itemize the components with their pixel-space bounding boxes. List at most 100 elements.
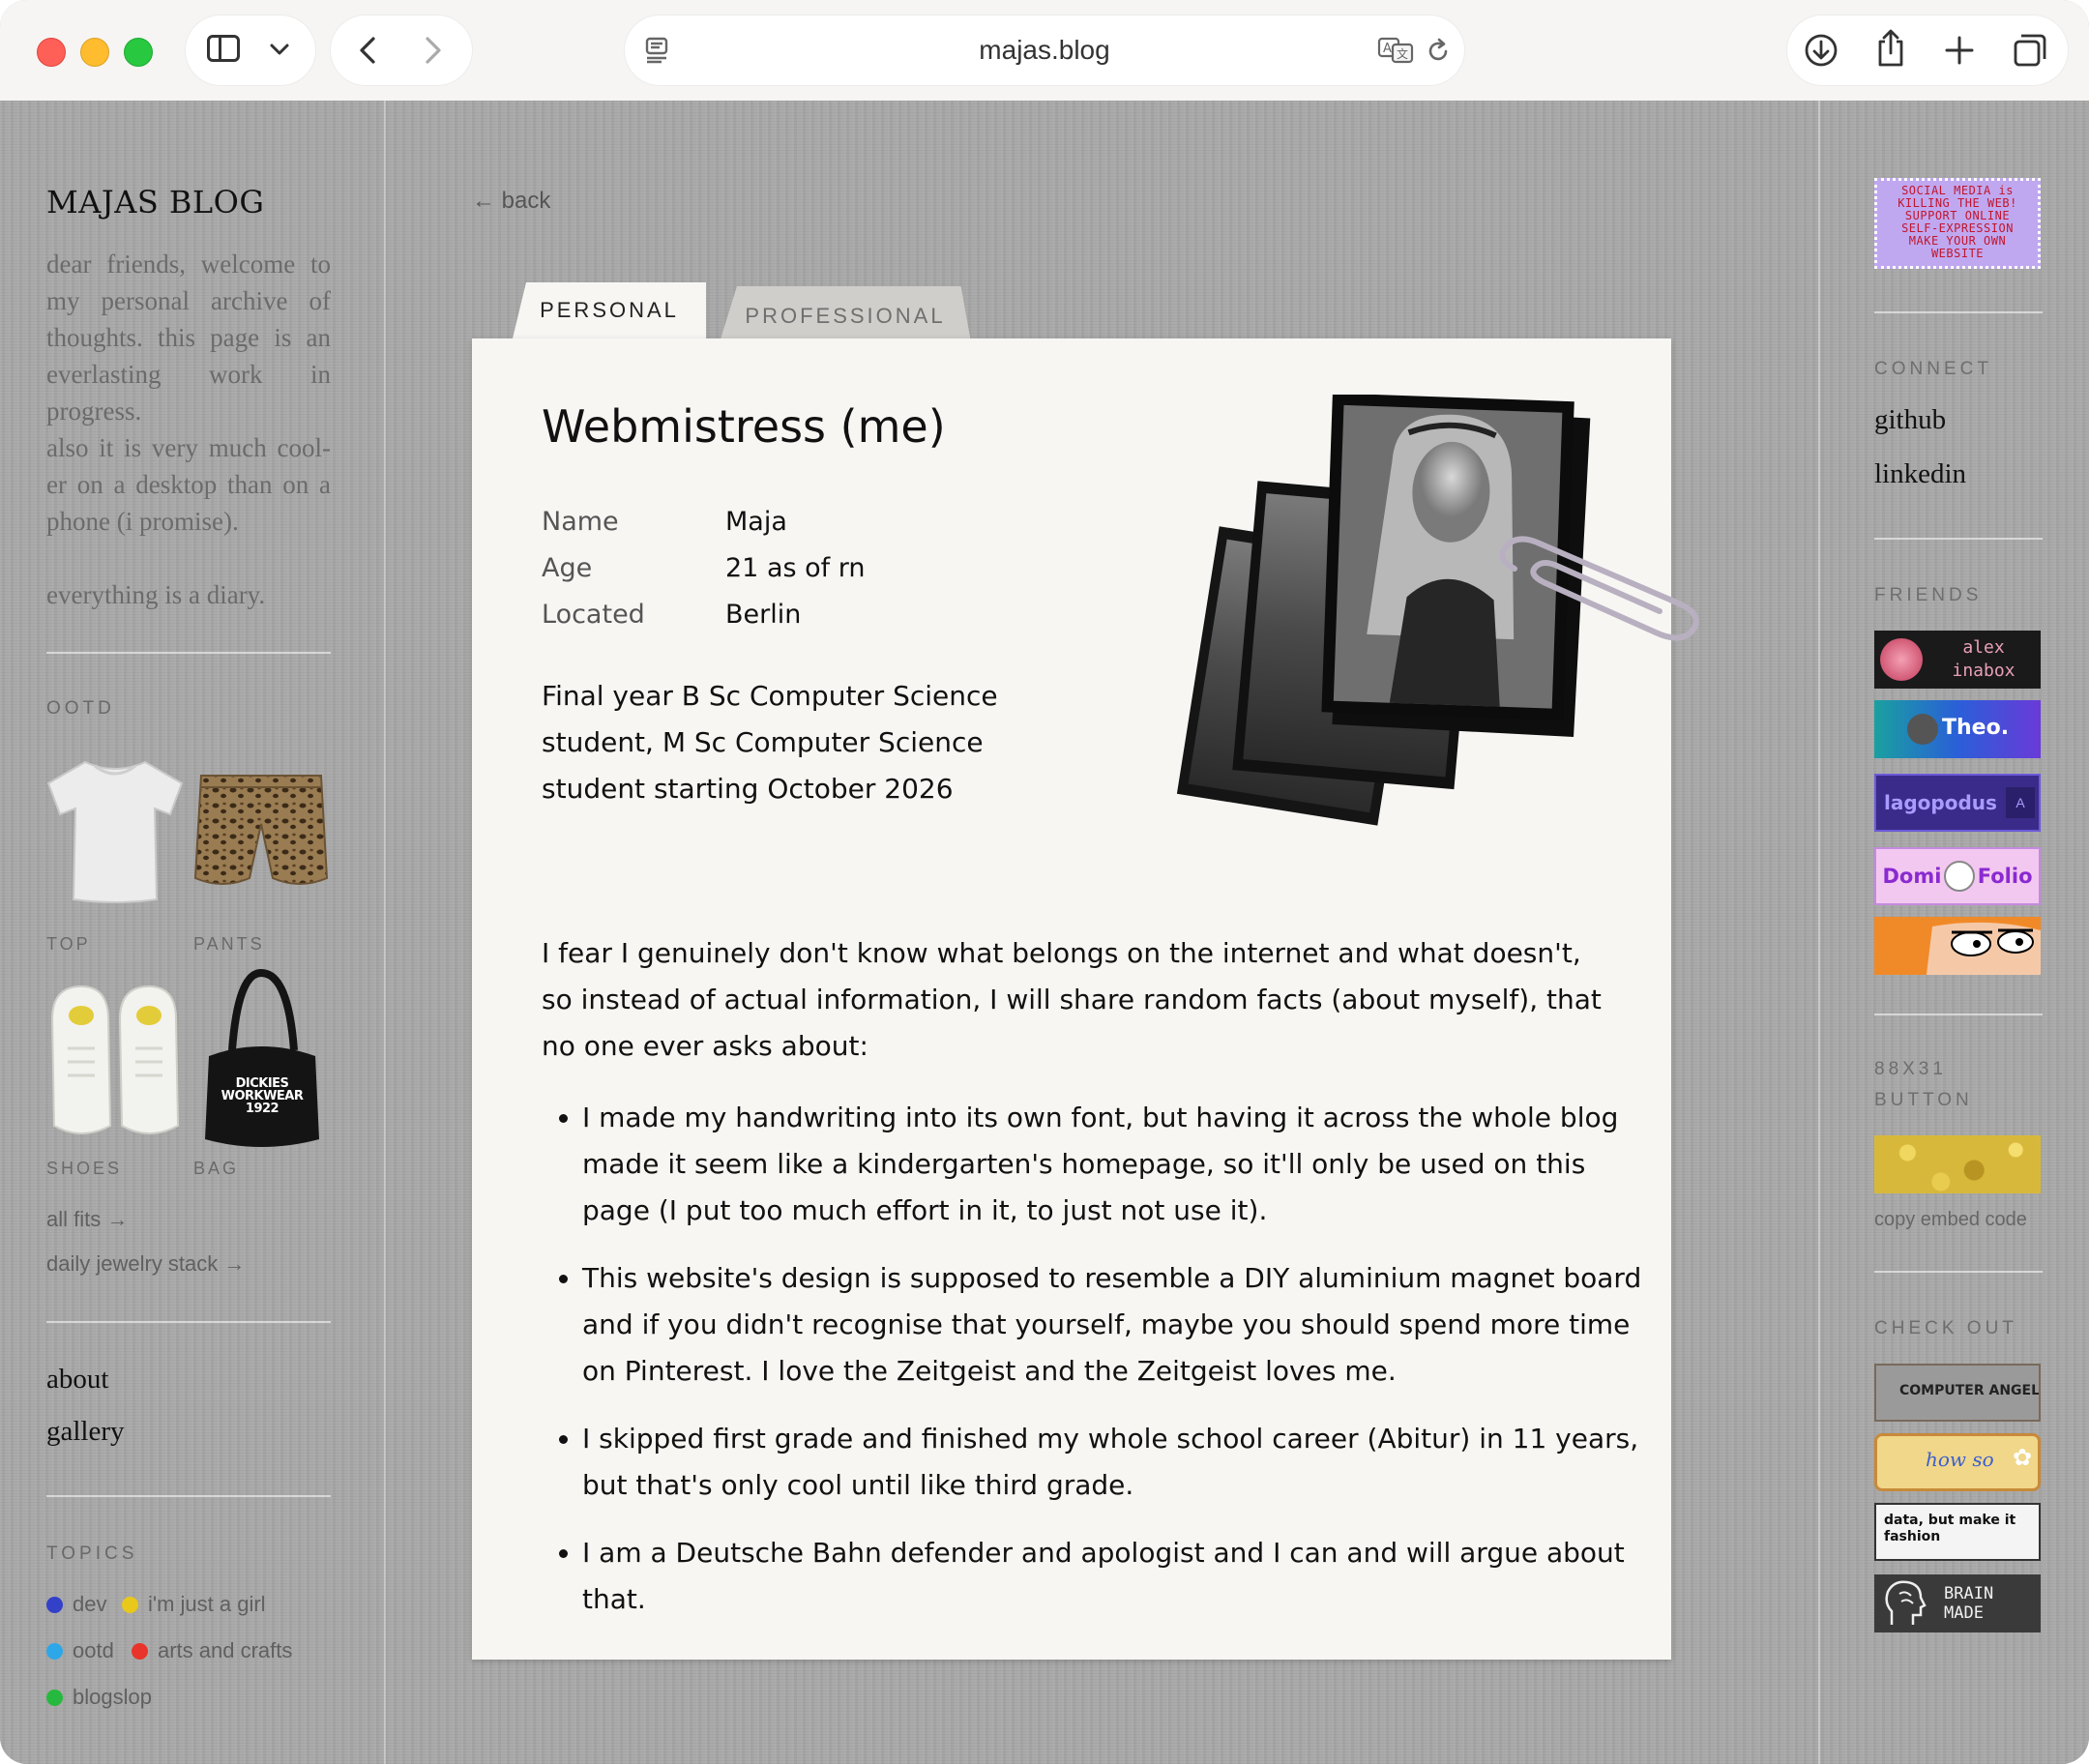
facts-list: I made my handwriting into its own font,… (542, 1095, 1656, 1644)
back-arrow-icon[interactable] (352, 33, 385, 73)
address-bar[interactable]: majas.blog A文 (625, 15, 1464, 85)
topic-dot (46, 1597, 63, 1613)
field-key: Age (542, 553, 593, 583)
friend-badge-cartoon[interactable] (1874, 917, 2041, 975)
translate-icon[interactable]: A文 (1377, 35, 1416, 71)
page-background: MAJAS BLOG dear friends, welcome to my p… (0, 101, 2089, 1764)
topic-dot (122, 1597, 138, 1613)
a-icon: A (2006, 787, 2035, 818)
topic-label: ootd (73, 1638, 114, 1662)
fact-item: I skipped first grade and finished my wh… (582, 1416, 1656, 1509)
check-badge-label: how so (1926, 1448, 1994, 1471)
topic-blogslop[interactable]: blogslop (46, 1685, 152, 1710)
svg-text:A: A (1383, 42, 1392, 56)
field-value: 21 as of rn (725, 553, 866, 583)
bag-caption: BAG (193, 1159, 240, 1178)
button-label: 88X31 BUTTON (1874, 1059, 1973, 1110)
check-badge-label: COMPUTER ANGEL (1899, 1383, 2041, 1398)
facts-intro: I fear I genuinely don't know what belon… (542, 937, 1602, 1062)
check-badge-data-fashion[interactable]: data, but make it fashion (1874, 1503, 2041, 1561)
check-badge-computer-angel[interactable]: COMPUTER ANGEL (1874, 1364, 2041, 1422)
svg-text:文: 文 (1397, 46, 1408, 61)
friend-badge-label: Theo. (1942, 716, 2010, 740)
browser-window: majas.blog A文 MAJAS BLOG dear friends, w… (0, 0, 2089, 1764)
nav-about[interactable]: about (46, 1364, 108, 1396)
cartoon-face-icon (1874, 917, 2041, 975)
social-media-stamp[interactable]: SOCIAL MEDIA is KILLING THE WEB! SUPPORT… (1874, 178, 2041, 269)
close-window-button[interactable] (37, 38, 66, 67)
check-badge-brain-made[interactable]: BRAIN MADE (1874, 1574, 2041, 1632)
all-fits-link[interactable]: all fits → (46, 1207, 128, 1232)
url-text: majas.blog (979, 35, 1110, 65)
new-tab-icon[interactable] (1942, 33, 1977, 73)
topic-dot (132, 1643, 148, 1660)
rose-icon (1880, 638, 1923, 681)
topic-dot (46, 1643, 63, 1660)
bow-icon: ✿ (2013, 1445, 2033, 1471)
topic-ootd[interactable]: ootd (46, 1638, 114, 1663)
profile-card: Webmistress (me) Name Maja Age 21 as of … (472, 338, 1699, 1660)
copy-embed-code-link[interactable]: copy embed code (1874, 1209, 2027, 1231)
intro-text: dear friends, welcome to my personal arc… (46, 246, 331, 650)
topic-arts-and-crafts[interactable]: arts and crafts (132, 1638, 292, 1663)
chevron-down-icon[interactable] (265, 35, 294, 64)
minimize-window-button[interactable] (80, 38, 109, 67)
avatar (1907, 714, 1938, 745)
download-icon[interactable] (1803, 32, 1839, 74)
88x31-button-image[interactable] (1874, 1135, 2041, 1193)
study-text: Final year B Sc Computer Science student… (542, 680, 998, 805)
topic-just-a-girl[interactable]: i'm just a girl (122, 1592, 266, 1617)
cat-icon (1944, 861, 1975, 892)
zoom-window-button[interactable] (124, 38, 153, 67)
field-key: Located (542, 600, 645, 630)
linkedin-link[interactable]: linkedin (1874, 458, 1966, 490)
friend-badge-domi-folio[interactable]: Domi Folio (1874, 847, 2041, 905)
friend-badge-alex-inabox[interactable]: alex inabox (1874, 631, 2041, 689)
stamp-text: SOCIAL MEDIA is KILLING THE WEB! SUPPORT… (1898, 184, 2017, 260)
top-caption: TOP (46, 934, 91, 954)
intro-paragraph: dear friends, welcome to my personal arc… (46, 250, 331, 426)
paper-clip-icon (1499, 536, 1699, 641)
shoes-caption: SHOES (46, 1159, 123, 1178)
github-link[interactable]: github (1874, 404, 1946, 436)
tab-overview-icon[interactable] (2012, 32, 2048, 74)
pants-image[interactable] (193, 770, 329, 892)
check-out-label: CHECK OUT (1874, 1318, 2017, 1338)
check-badge-how-so[interactable]: how so ✿ (1874, 1433, 2041, 1491)
brain-head-icon (1885, 1580, 1927, 1625)
topic-label: blogslop (73, 1685, 152, 1709)
history-nav-group (331, 15, 472, 85)
shoes-image[interactable] (46, 981, 184, 1141)
field-value: Berlin (725, 600, 802, 630)
blog-title[interactable]: MAJAS BLOG (46, 184, 264, 220)
check-badge-label: BRAIN MADE (1944, 1584, 1994, 1623)
page-title: Webmistress (me) (542, 400, 946, 453)
friend-badge-theo[interactable]: Theo. (1874, 700, 2041, 758)
friend-badge-lagopodus[interactable]: lagopodus A (1874, 774, 2041, 832)
left-divider (384, 101, 386, 1764)
reload-icon[interactable] (1424, 37, 1453, 71)
intro-paragraph: also it is very much cool-er on a deskto… (46, 433, 331, 536)
divider (1874, 1271, 2043, 1273)
topic-label: i'm just a girl (148, 1592, 266, 1616)
fact-item: This website's design is supposed to res… (582, 1255, 1656, 1395)
jewelry-stack-link[interactable]: daily jewelry stack → (46, 1251, 245, 1277)
connect-label: CONNECT (1874, 359, 1992, 379)
tab-personal[interactable]: PERSONAL (513, 282, 706, 338)
right-divider (1818, 101, 1820, 1764)
bag-image[interactable]: DICKIES WORKWEAR 1922 (199, 968, 325, 1153)
topic-dev[interactable]: dev (46, 1592, 106, 1617)
nav-gallery[interactable]: gallery (46, 1416, 125, 1448)
top-image[interactable] (46, 758, 184, 903)
tab-professional[interactable]: PROFESSIONAL (720, 286, 971, 342)
divider (1874, 538, 2043, 540)
ootd-label: OOTD (46, 698, 115, 719)
back-link[interactable]: ← back (472, 188, 550, 215)
browser-actions-group (1787, 15, 2068, 85)
share-icon[interactable] (1872, 28, 1909, 74)
sidebar-icon[interactable] (207, 35, 240, 62)
divider (1874, 311, 2043, 313)
friend-badge-label: lagopodus (1884, 791, 1997, 814)
intro-paragraph: everything is a diary. (46, 580, 266, 609)
forward-arrow-icon[interactable] (416, 33, 449, 73)
